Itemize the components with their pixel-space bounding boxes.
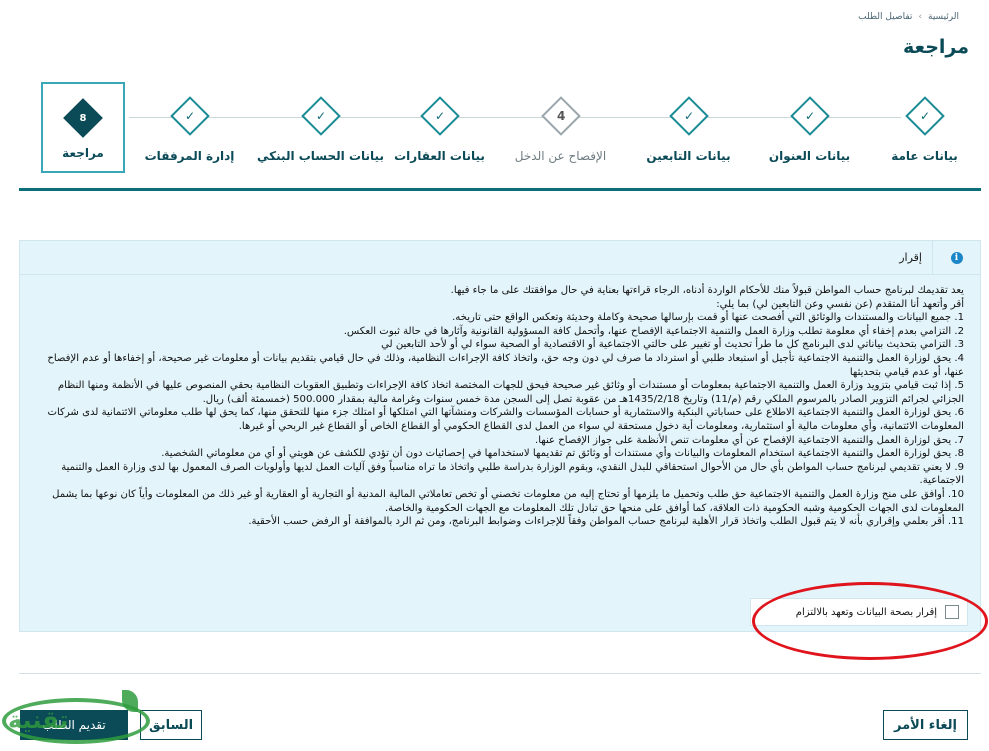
confirm-checkbox[interactable] <box>945 605 959 619</box>
breadcrumb-home-link[interactable]: الرئيسية <box>928 12 959 22</box>
terms-paragraph: 9. لا يعني تقديمي لبرنامج حساب المواطن ب… <box>61 461 964 487</box>
terms-paragraph: 7. يحق لوزارة العمل والتنمية الاجتماعية … <box>535 434 964 446</box>
step-check-icon: ✓ <box>300 96 341 136</box>
step-address[interactable]: ✓ بيانات العنوان <box>753 74 866 191</box>
declaration-panel: i إقرار يعد تقديمك لبرنامج حساب المواطن … <box>19 240 981 632</box>
submit-button[interactable]: تقديم الطلب <box>20 710 128 740</box>
panel-title: إقرار <box>899 251 922 264</box>
previous-button[interactable]: السابق <box>140 710 202 740</box>
declaration-text: يعد تقديمك لبرنامج حساب المواطن قبولاً م… <box>26 284 964 529</box>
breadcrumb-separator: › <box>918 12 922 22</box>
leaf-icon <box>122 690 138 712</box>
step-check-icon: ✓ <box>169 96 210 136</box>
terms-paragraph: 6. يحق لوزارة العمل والتنمية الاجتماعية … <box>47 407 964 432</box>
step-label: بيانات العنوان <box>768 149 851 163</box>
info-icon: i <box>950 252 963 264</box>
terms-paragraph: 3. التزامي بتحديث بياناتي لدى البرنامج ك… <box>381 339 964 351</box>
step-label: بيانات التابعين <box>646 149 731 163</box>
terms-paragraph: 1. جميع البيانات والمستندات والوثائق الت… <box>452 312 964 324</box>
check-glyph: ✓ <box>683 109 694 123</box>
terms-paragraph: 10. أوافق على منح وزارة العمل والتنمية ا… <box>52 488 964 514</box>
footer-divider <box>19 673 981 674</box>
confirm-declaration[interactable]: إقرار بصحة البيانات وتعهد بالالتزام <box>750 598 968 626</box>
step-check-icon: ✓ <box>419 96 460 136</box>
step-review[interactable]: 8 مراجعة <box>41 82 125 173</box>
step-label: إدارة المرفقات <box>144 149 235 163</box>
step-attachments[interactable]: ✓ إدارة المرفقات <box>133 74 246 191</box>
step-dependents[interactable]: ✓ بيانات التابعين <box>632 74 745 191</box>
step-real-estate[interactable]: ✓ بيانات العقارات <box>383 74 496 191</box>
step-label: بيانات الحساب البنكي <box>257 149 384 163</box>
step-check-icon: ✓ <box>668 96 709 136</box>
check-glyph: ✓ <box>434 109 445 123</box>
step-number: 4 <box>556 109 565 124</box>
progress-stepper: ✓ بيانات عامة ✓ بيانات العنوان ✓ بيانات … <box>19 74 981 191</box>
cancel-button[interactable]: إلغاء الأمر <box>883 710 968 740</box>
step-check-icon: ✓ <box>904 96 945 136</box>
step-label: مراجعة <box>62 146 104 160</box>
terms-paragraph: 11. أقر بعلمي وإقراري بأنه لا يتم قبول ا… <box>248 516 964 528</box>
breadcrumb: الرئيسية › تفاصيل الطلب <box>858 12 959 22</box>
page-title: مراجعة <box>902 36 969 58</box>
step-number-icon: 8 <box>63 98 103 138</box>
step-general-info[interactable]: ✓ بيانات عامة <box>868 74 981 191</box>
terms-paragraph: يعد تقديمك لبرنامج حساب المواطن قبولاً م… <box>450 285 964 296</box>
terms-paragraph: 8. يحق لوزارة العمل والتنمية الاجتماعية … <box>161 448 964 460</box>
check-glyph: ✓ <box>804 109 815 123</box>
terms-paragraph: 5. إذا ثبت قيامي بتزويد وزارة العمل والت… <box>57 380 964 405</box>
step-number: 8 <box>79 112 87 124</box>
step-label: بيانات عامة <box>891 149 958 163</box>
terms-paragraph: 2. التزامي بعدم إخفاء أي معلومة تطلب وزا… <box>343 325 964 337</box>
check-glyph: ✓ <box>919 109 930 123</box>
panel-header: i إقرار <box>20 241 980 275</box>
check-glyph: ✓ <box>184 109 195 123</box>
step-check-icon: ✓ <box>789 96 830 136</box>
terms-paragraph: 4. يحق لوزارة العمل والتنمية الاجتماعية … <box>47 352 964 378</box>
step-label: الإفصاح عن الدخل <box>514 149 607 163</box>
step-bank-account[interactable]: ✓ بيانات الحساب البنكي <box>257 74 384 191</box>
step-label: بيانات العقارات <box>394 149 485 163</box>
check-glyph: ✓ <box>315 109 326 123</box>
breadcrumb-current: تفاصيل الطلب <box>858 12 913 22</box>
terms-paragraph: أقر وأتعهد أنا المتقدم (عن نفسي وعن التا… <box>716 298 964 310</box>
confirm-label: إقرار بصحة البيانات وتعهد بالالتزام <box>795 606 937 618</box>
step-income-disclosure[interactable]: 4 الإفصاح عن الدخل <box>504 74 617 191</box>
step-number-icon: 4 <box>540 96 581 136</box>
info-icon-box: i <box>932 241 980 275</box>
